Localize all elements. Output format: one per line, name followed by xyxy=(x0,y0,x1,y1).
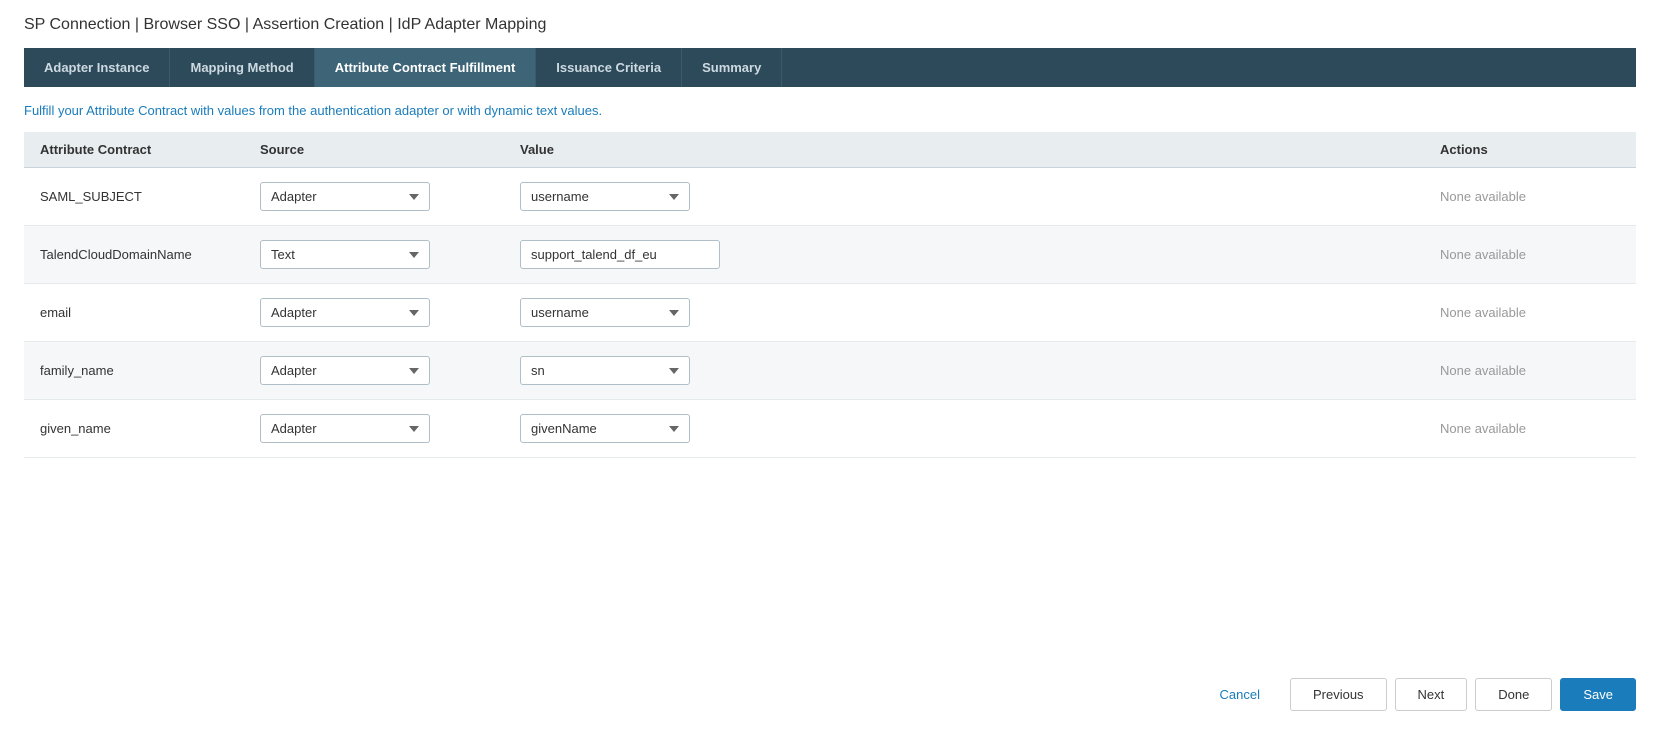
table-row: family_name Adapter Text sn None availab… xyxy=(24,342,1636,400)
value-select-saml-subject[interactable]: username xyxy=(520,182,690,211)
col-source: Source xyxy=(260,142,520,157)
table-row: email Adapter Text username None availab… xyxy=(24,284,1636,342)
table-header: Attribute Contract Source Value Actions xyxy=(24,132,1636,168)
contract-email: email xyxy=(40,305,260,320)
actions-talend: None available xyxy=(1440,247,1620,262)
value-talend[interactable] xyxy=(520,240,1440,269)
contract-talend: TalendCloudDomainName xyxy=(40,247,260,262)
tab-summary[interactable]: Summary xyxy=(682,48,782,87)
col-value: Value xyxy=(520,142,1440,157)
value-select-email[interactable]: username xyxy=(520,298,690,327)
contract-given-name: given_name xyxy=(40,421,260,436)
done-button[interactable]: Done xyxy=(1475,678,1552,711)
contract-saml-subject: SAML_SUBJECT xyxy=(40,189,260,204)
tab-issuance-criteria[interactable]: Issuance Criteria xyxy=(536,48,682,87)
source-talend[interactable]: Text Adapter xyxy=(260,240,520,269)
col-actions: Actions xyxy=(1440,142,1620,157)
table-row: SAML_SUBJECT Adapter Text username None … xyxy=(24,168,1636,226)
tab-attribute-contract[interactable]: Attribute Contract Fulfillment xyxy=(315,48,537,87)
value-saml-subject[interactable]: username xyxy=(520,182,1440,211)
actions-email: None available xyxy=(1440,305,1620,320)
col-contract: Attribute Contract xyxy=(40,142,260,157)
tab-bar: Adapter Instance Mapping Method Attribut… xyxy=(24,48,1636,87)
value-input-talend[interactable] xyxy=(520,240,720,269)
source-email[interactable]: Adapter Text xyxy=(260,298,520,327)
previous-button[interactable]: Previous xyxy=(1290,678,1387,711)
description: Fulfill your Attribute Contract with val… xyxy=(24,103,1636,118)
save-button[interactable]: Save xyxy=(1560,678,1636,711)
value-family-name[interactable]: sn xyxy=(520,356,1440,385)
source-select-given-name[interactable]: Adapter Text xyxy=(260,414,430,443)
source-family-name[interactable]: Adapter Text xyxy=(260,356,520,385)
contract-family-name: family_name xyxy=(40,363,260,378)
tab-mapping-method[interactable]: Mapping Method xyxy=(170,48,314,87)
value-select-family-name[interactable]: sn xyxy=(520,356,690,385)
value-email[interactable]: username xyxy=(520,298,1440,327)
actions-family-name: None available xyxy=(1440,363,1620,378)
tab-adapter-instance[interactable]: Adapter Instance xyxy=(24,48,170,87)
source-select-saml-subject[interactable]: Adapter Text xyxy=(260,182,430,211)
actions-given-name: None available xyxy=(1440,421,1620,436)
source-select-family-name[interactable]: Adapter Text xyxy=(260,356,430,385)
source-saml-subject[interactable]: Adapter Text xyxy=(260,182,520,211)
source-select-email[interactable]: Adapter Text xyxy=(260,298,430,327)
table-row: given_name Adapter Text givenName None a… xyxy=(24,400,1636,458)
value-select-given-name[interactable]: givenName xyxy=(520,414,690,443)
breadcrumb: SP Connection | Browser SSO | Assertion … xyxy=(24,16,1636,34)
actions-saml-subject: None available xyxy=(1440,189,1620,204)
cancel-button[interactable]: Cancel xyxy=(1198,679,1282,710)
value-given-name[interactable]: givenName xyxy=(520,414,1440,443)
source-given-name[interactable]: Adapter Text xyxy=(260,414,520,443)
page-wrapper: SP Connection | Browser SSO | Assertion … xyxy=(0,0,1660,731)
next-button[interactable]: Next xyxy=(1395,678,1468,711)
footer: Cancel Previous Next Done Save xyxy=(1198,678,1637,711)
source-select-talend[interactable]: Text Adapter xyxy=(260,240,430,269)
table-row: TalendCloudDomainName Text Adapter None … xyxy=(24,226,1636,284)
